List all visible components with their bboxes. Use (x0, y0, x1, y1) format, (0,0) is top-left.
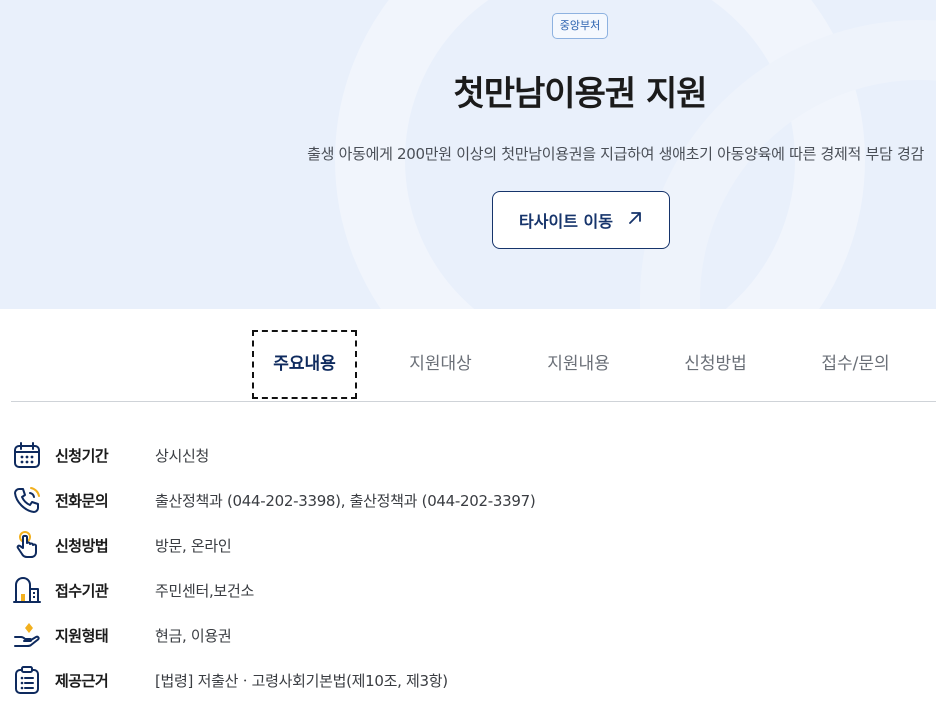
info-value: 출산정책과 (044-202-3398), 출산정책과 (044-202-339… (155, 491, 536, 510)
info-value: 방문, 온라인 (155, 536, 232, 555)
category-badge: 중앙부처 (552, 13, 608, 39)
tab-bar: 주요내용 지원대상 지원내용 신청방법 접수/문의 (0, 309, 936, 402)
tab-divider (11, 401, 936, 402)
info-row-agency: 접수기관 주민센터,보건소 (12, 573, 254, 607)
info-label: 신청방법 (55, 536, 109, 555)
hand-coin-icon (12, 620, 42, 650)
building-icon (12, 575, 42, 605)
tab-eligibility[interactable]: 지원대상 (388, 330, 493, 399)
info-label: 접수기관 (55, 581, 109, 600)
info-row-phone: 전화문의 출산정책과 (044-202-3398), 출산정책과 (044-20… (12, 483, 536, 517)
tab-how-to-apply[interactable]: 신청방법 (663, 330, 768, 399)
external-site-button-label: 타사이트 이동 (519, 212, 613, 231)
arrow-up-right-icon (627, 210, 643, 230)
phone-icon (12, 485, 42, 515)
page-subtitle: 출생 아동에게 200만원 이상의 첫만남이용권을 지급하여 생애초기 아동양육… (307, 145, 924, 163)
info-row-legal-basis: 제공근거 [법령] 저출산ㆍ고령사회기본법(제10조, 제3항) (12, 663, 448, 697)
tab-support-details[interactable]: 지원내용 (526, 330, 631, 399)
external-site-button[interactable]: 타사이트 이동 (492, 191, 670, 249)
info-label: 지원형태 (55, 626, 109, 645)
tab-main-content[interactable]: 주요내용 (252, 330, 357, 399)
info-value: 주민센터,보건소 (155, 581, 254, 600)
tab-contact[interactable]: 접수/문의 (803, 330, 908, 399)
info-value: 상시신청 (155, 446, 210, 465)
hero-banner: 중앙부처 첫만남이용권 지원 출생 아동에게 200만원 이상의 첫만남이용권을… (0, 0, 936, 309)
clipboard-list-icon (12, 665, 42, 695)
info-row-method: 신청방법 방문, 온라인 (12, 528, 232, 562)
info-row-support-type: 지원형태 현금, 이용권 (12, 618, 232, 652)
info-label: 전화문의 (55, 491, 109, 510)
info-value: 현금, 이용권 (155, 626, 232, 645)
calendar-icon (12, 440, 42, 470)
page-title: 첫만남이용권 지원 (453, 74, 707, 114)
info-row-period: 신청기간 상시신청 (12, 438, 209, 472)
hand-pointer-icon (12, 530, 42, 560)
info-value: [법령] 저출산ㆍ고령사회기본법(제10조, 제3항) (155, 671, 448, 690)
info-label: 제공근거 (55, 671, 109, 690)
info-label: 신청기간 (55, 446, 109, 465)
